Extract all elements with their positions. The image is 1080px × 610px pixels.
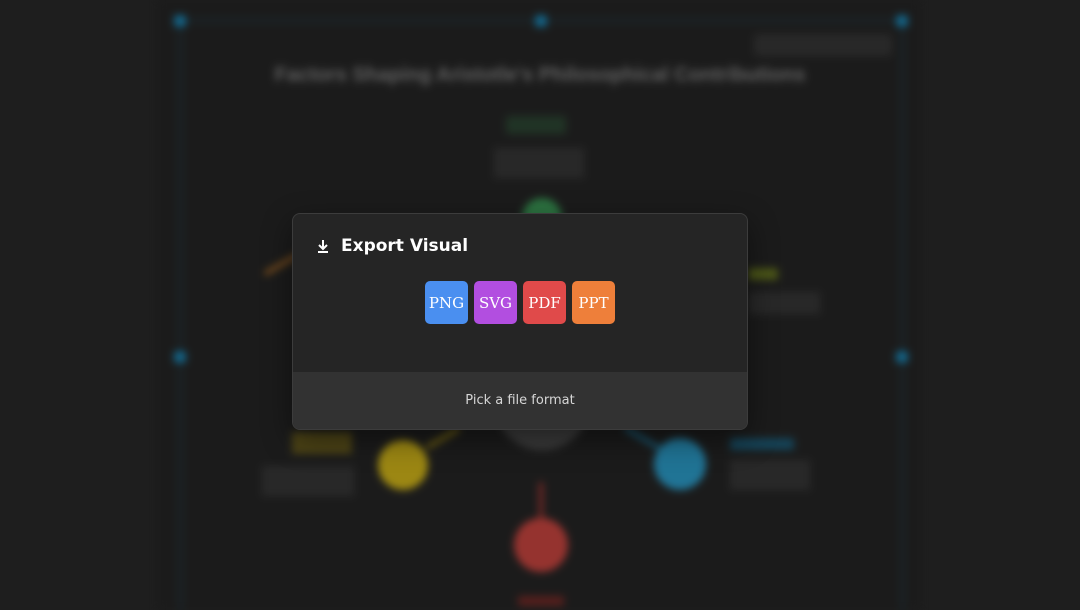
format-options: PNG SVG PDF PPT [293, 281, 747, 324]
export-svg-button[interactable]: SVG [474, 281, 517, 324]
export-ppt-button[interactable]: PPT [572, 281, 615, 324]
export-dialog: Export Visual PNG SVG PDF PPT Pick a fil… [292, 213, 748, 430]
footer-hint: Pick a file format [465, 393, 575, 408]
export-pdf-button[interactable]: PDF [523, 281, 566, 324]
export-png-button[interactable]: PNG [425, 281, 468, 324]
dialog-header: Export Visual [315, 234, 468, 258]
dialog-title: Export Visual [341, 236, 469, 256]
dialog-footer: Pick a file format [293, 372, 747, 429]
download-icon [318, 240, 328, 253]
